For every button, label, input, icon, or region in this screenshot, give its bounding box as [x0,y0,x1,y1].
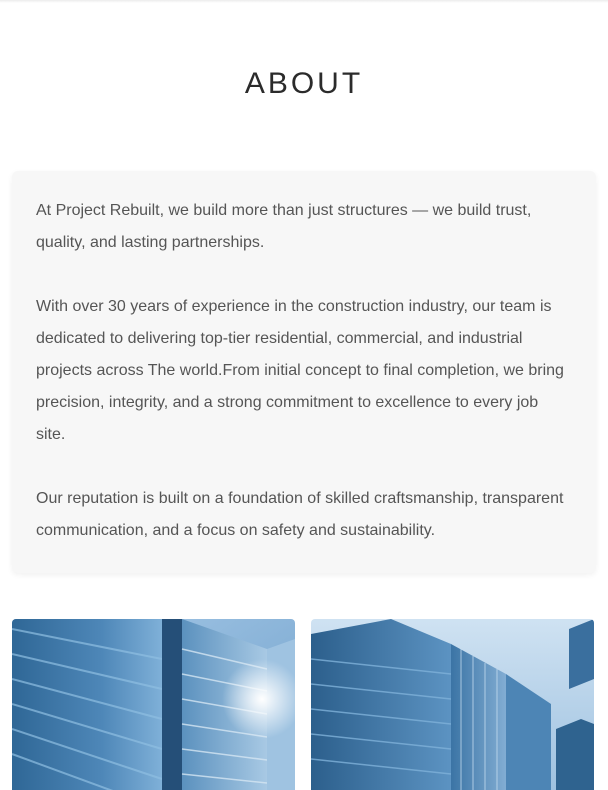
about-paragraph-intro: At Project Rebuilt, we build more than j… [36,202,532,251]
building-photo-right [311,619,594,790]
building-photo-left [12,619,295,790]
about-paragraph-reputation: Our reputation is built on a foundation … [36,490,564,539]
header-shadow-divider [0,0,608,3]
about-text-card: At Project Rebuilt, we build more than j… [12,171,596,573]
page-title: ABOUT [244,67,364,100]
about-page: ABOUT At Project Rebuilt, we build more … [0,0,608,790]
about-paragraph-experience: With over 30 years of experience in the … [36,298,564,443]
